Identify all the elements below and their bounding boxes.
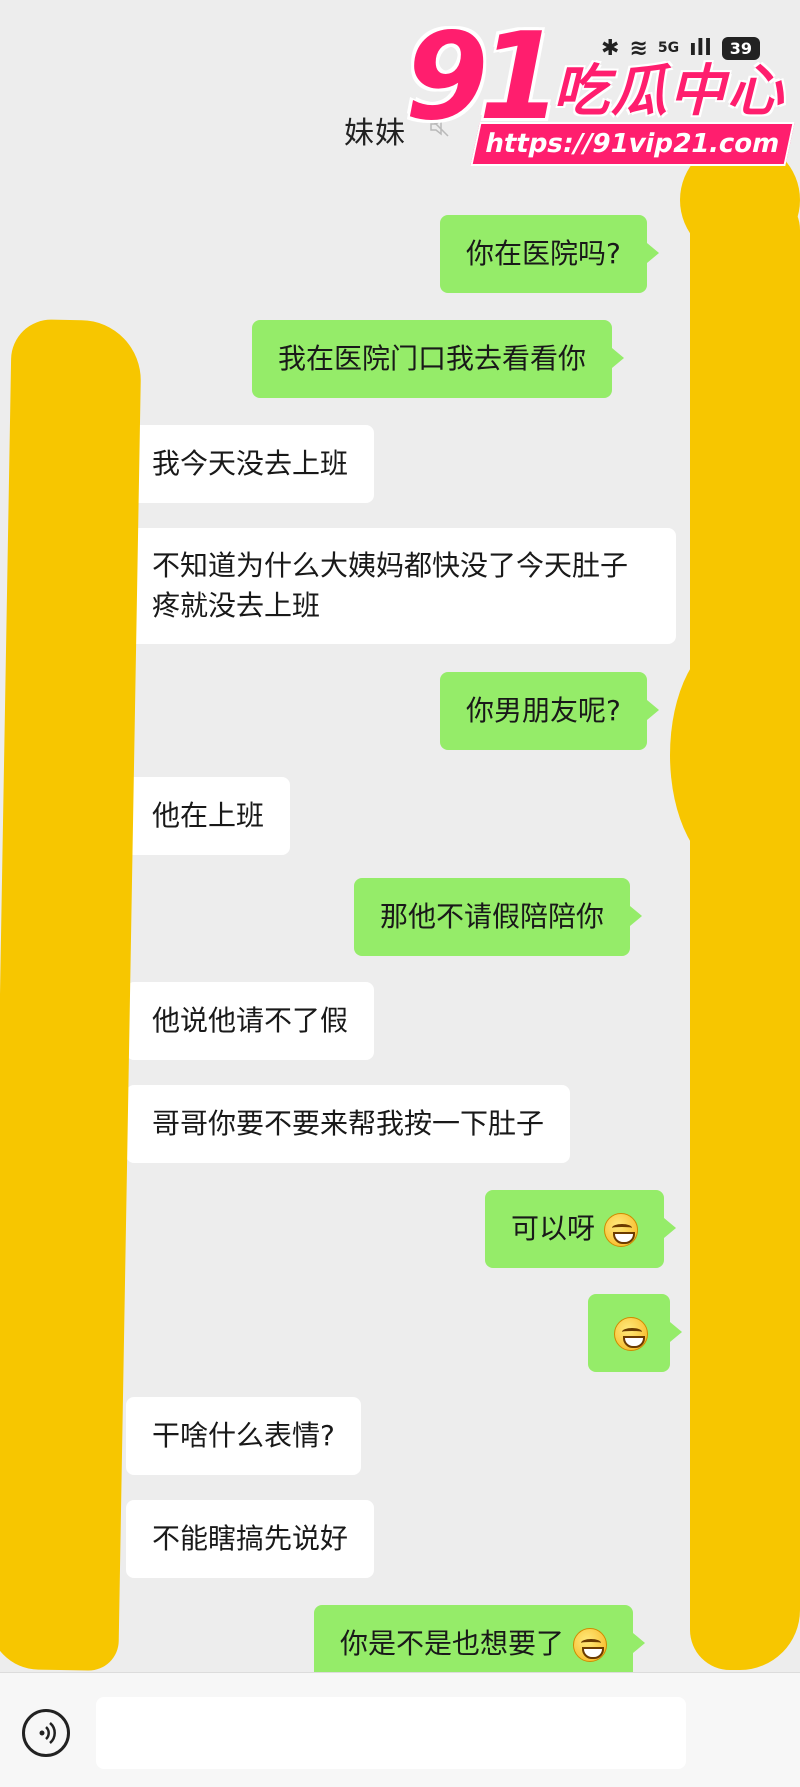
message-text: 你男朋友呢? (466, 694, 621, 727)
message-text: 我在医院门口我去看看你 (278, 342, 587, 375)
grin-emoji-icon (614, 1317, 648, 1351)
message-text: 我今天没去上班 (152, 447, 349, 480)
message-text: 你在医院吗? (466, 237, 621, 270)
message-bubble-outgoing[interactable]: 你男朋友呢? (440, 672, 659, 750)
censor-scribble-right (690, 190, 800, 1670)
message-bubble-outgoing[interactable]: 我在医院门口我去看看你 (252, 320, 625, 398)
message-bubble-outgoing[interactable]: 你在医院吗? (440, 215, 659, 293)
censor-scribble-right-2 (680, 140, 800, 260)
voice-icon[interactable] (22, 1709, 70, 1757)
message-text: 干啥什么表情? (152, 1419, 335, 1452)
message-text: 你是不是也想要了 (340, 1627, 565, 1660)
censor-scribble-right-3 (670, 640, 790, 870)
censor-scribble-left-2 (30, 330, 120, 510)
message-bubble-incoming[interactable]: 干啥什么表情? (126, 1397, 361, 1475)
message-input[interactable] (96, 1697, 686, 1769)
message-bubble-incoming[interactable]: 他在上班 (126, 777, 291, 855)
drool-emoji-icon (572, 1628, 607, 1662)
message-bubble-incoming[interactable]: 我今天没去上班 (126, 425, 375, 503)
message-bubble-outgoing[interactable]: 那他不请假陪陪你 (354, 878, 643, 956)
message-bubble-incoming[interactable]: 不知道为什么大姨妈都快没了今天肚子疼就没去上班 (126, 528, 676, 644)
message-text: 他在上班 (152, 799, 265, 832)
censor-scribble-left (0, 318, 142, 1672)
message-bubble-outgoing[interactable]: 可以呀 (485, 1190, 676, 1268)
message-text: 哥哥你要不要来帮我按一下肚子 (152, 1107, 545, 1140)
input-bar (0, 1672, 800, 1787)
message-bubble-outgoing[interactable] (588, 1294, 682, 1372)
message-text: 他说他请不了假 (152, 1004, 349, 1037)
message-text: 那他不请假陪陪你 (380, 900, 605, 933)
message-text: 不知道为什么大姨妈都快没了今天肚子疼就没去上班 (152, 549, 629, 622)
message-bubble-incoming[interactable]: 他说他请不了假 (126, 982, 375, 1060)
message-bubble-incoming[interactable]: 不能瞎搞先说好 (126, 1500, 375, 1578)
smirk-emoji-icon (603, 1213, 638, 1247)
message-text: 不能瞎搞先说好 (152, 1522, 349, 1555)
message-text: 可以呀 (511, 1212, 596, 1245)
message-bubble-incoming[interactable]: 哥哥你要不要来帮我按一下肚子 (126, 1085, 571, 1163)
